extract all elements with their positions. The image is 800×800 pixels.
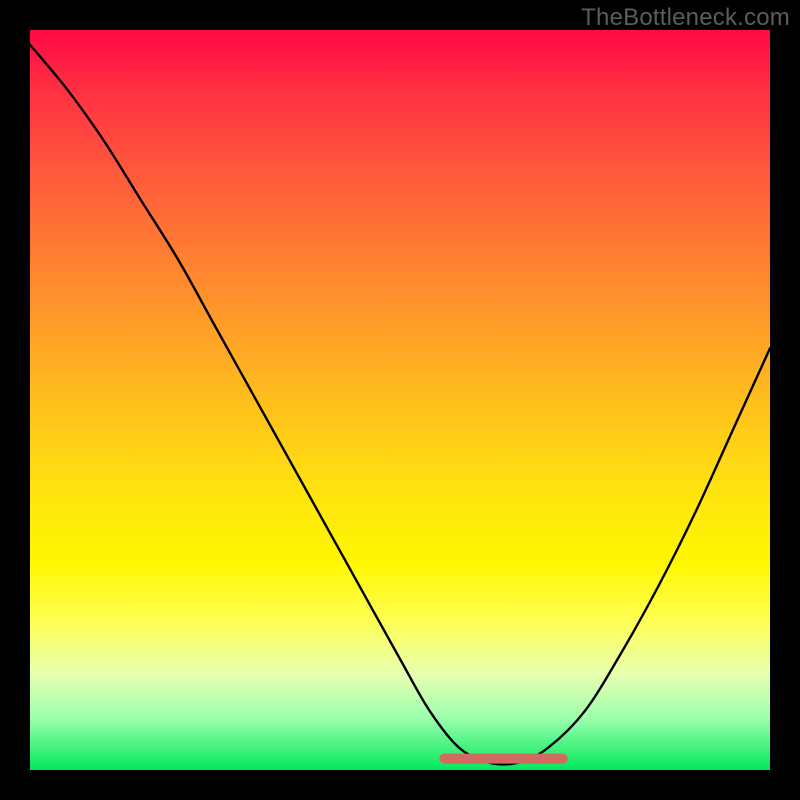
- plot-area: [30, 30, 770, 770]
- curve-overlay: [30, 30, 770, 770]
- bottleneck-curve: [30, 45, 770, 765]
- chart-frame: TheBottleneck.com: [0, 0, 800, 800]
- watermark-text: TheBottleneck.com: [581, 4, 790, 32]
